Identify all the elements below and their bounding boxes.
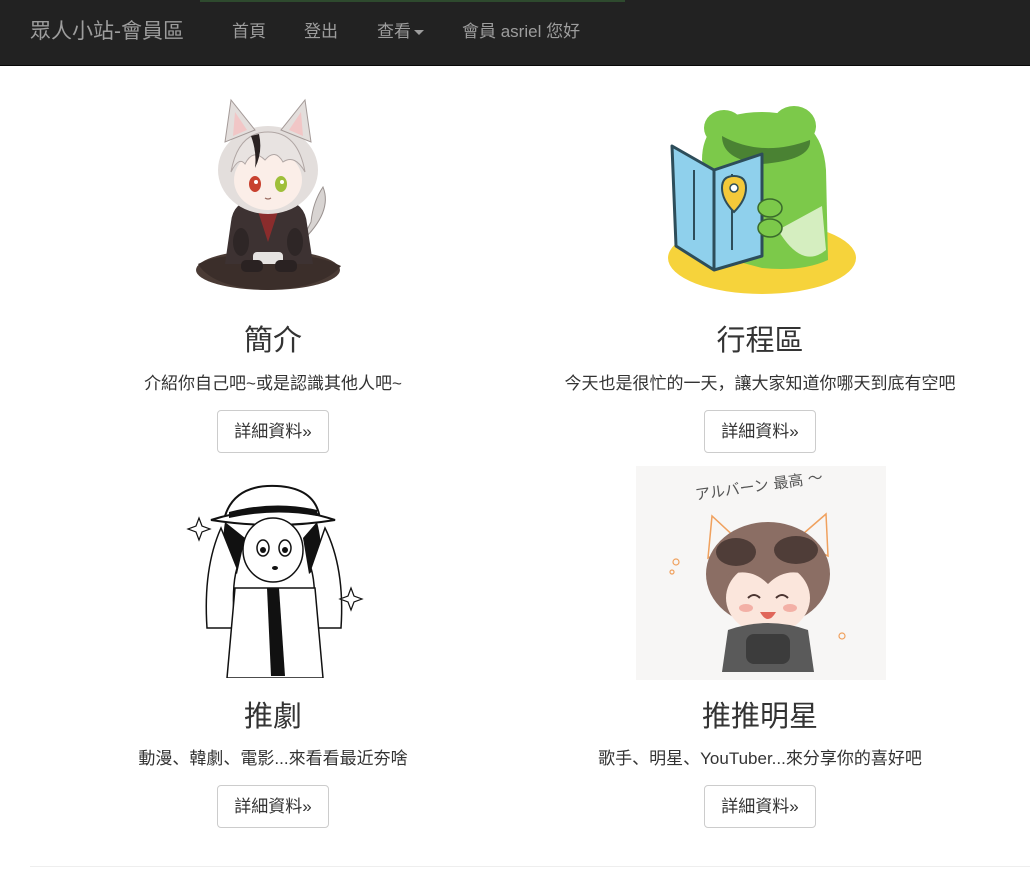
nav-logout-link[interactable]: 登出 bbox=[304, 21, 338, 43]
cat-boy-caption: アルバーン 最高 ～ bbox=[694, 468, 824, 504]
card-intro-description: 介紹你自己吧~或是認識其他人吧~ bbox=[144, 374, 402, 393]
card-intro-title: 簡介 bbox=[243, 325, 302, 357]
card-star-description: 歌手、明星、YouTuber...來分享你的喜好吧 bbox=[598, 749, 922, 768]
wolf-boy-illustration bbox=[183, 92, 353, 300]
nav-home-link[interactable]: 首頁 bbox=[232, 21, 266, 43]
card-schedule-details-button[interactable]: 詳細資料» bbox=[704, 410, 816, 453]
card-drama-title: 推劇 bbox=[243, 701, 302, 733]
navbar-top-accent bbox=[200, 0, 625, 2]
card-star: アルバーン 最高 ～ 推推明星 歌手、明星、YouTuber...來分享你的喜好… bbox=[520, 466, 1000, 836]
cat-boy-illustration: アルバーン 最高 ～ bbox=[636, 466, 886, 680]
card-star-title: 推推明星 bbox=[701, 701, 818, 733]
card-schedule-description: 今天也是很忙的一天，讓大家知道你哪天到底有空吧 bbox=[564, 374, 956, 393]
card-star-details-button[interactable]: 詳細資料» bbox=[704, 785, 816, 828]
nav-member-greeting[interactable]: 會員 asriel 您好 bbox=[462, 21, 580, 43]
nav-logout-label: 登出 bbox=[304, 22, 338, 41]
hat-boy-sketch-illustration bbox=[185, 478, 367, 678]
navbar: 眾人小站-會員區 首頁 登出 查看 會員 asriel 您好 bbox=[0, 0, 1030, 66]
card-intro-details-button[interactable]: 詳細資料» bbox=[217, 410, 329, 453]
nav-view-dropdown[interactable]: 查看 bbox=[377, 21, 424, 43]
card-drama-details-button[interactable]: 詳細資料» bbox=[217, 785, 329, 828]
footer-divider bbox=[30, 866, 1030, 867]
card-schedule: 行程區 今天也是很忙的一天，讓大家知道你哪天到底有空吧 詳細資料» bbox=[520, 66, 1000, 466]
frog-reading-map-illustration bbox=[662, 100, 862, 296]
card-drama: 推劇 動漫、韓劇、電影...來看看最近夯啥 詳細資料» bbox=[33, 466, 513, 836]
site-brand[interactable]: 眾人小站-會員區 bbox=[30, 18, 184, 46]
nav-member-label: 會員 asriel 您好 bbox=[462, 22, 581, 41]
nav-home-label: 首頁 bbox=[232, 22, 266, 41]
card-drama-description: 動漫、韓劇、電影...來看看最近夯啥 bbox=[138, 749, 408, 768]
card-schedule-title: 行程區 bbox=[716, 325, 804, 357]
card-intro: 簡介 介紹你自己吧~或是認識其他人吧~ 詳細資料» bbox=[33, 66, 513, 466]
nav-view-label: 查看 bbox=[377, 22, 411, 41]
caret-down-icon bbox=[414, 30, 424, 36]
